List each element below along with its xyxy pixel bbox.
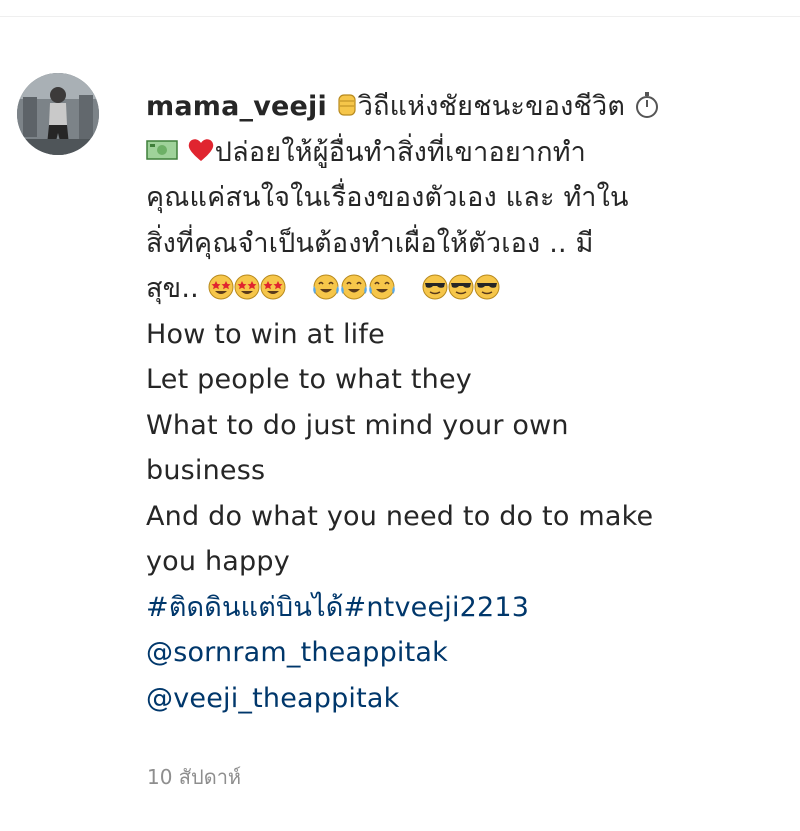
sunglasses-emoji-icon bbox=[474, 274, 500, 300]
caption-text: วิถีแห่งชัยชนะของชีวิต bbox=[357, 91, 626, 122]
crying-laughing-emoji-icon bbox=[312, 274, 340, 300]
star-struck-emoji-icon bbox=[234, 274, 260, 300]
stopwatch-icon bbox=[634, 91, 660, 119]
avatar-photo bbox=[17, 73, 99, 155]
caption-line-8: What to do just mind your own bbox=[146, 409, 569, 441]
crying-laughing-emoji-icon bbox=[340, 274, 368, 300]
mention-link[interactable]: @sornram_theappitak bbox=[146, 637, 448, 668]
post-caption: mama_veeji วิถีแห่งชัยชนะของชีวิต ปล่อยใ… bbox=[146, 84, 786, 721]
red-heart-icon bbox=[187, 137, 215, 163]
caption-line-7: Let people to what they bbox=[146, 364, 472, 395]
money-icon bbox=[146, 139, 178, 161]
avatar[interactable] bbox=[17, 73, 99, 155]
mention-line-2: @veeji_theappitak bbox=[146, 676, 786, 722]
caption-line-1: mama_veeji วิถีแห่งชัยชนะของชีวิต bbox=[146, 84, 786, 130]
post-timestamp[interactable]: 10 สัปดาห์ bbox=[147, 761, 241, 793]
raised-fist-icon bbox=[336, 92, 358, 118]
caption-line-3: คุณแค่สนใจในเรื่องของตัวเอง และ ทำใน bbox=[146, 182, 629, 213]
username-link[interactable]: mama_veeji bbox=[146, 91, 327, 122]
caption-line-4: สิ่งที่คุณจำเป็นต้องทำเผื่อให้ตัวเอง .. … bbox=[146, 227, 594, 259]
hashtag-line: #ติดดินแต่บินได้#ntveeji2213 bbox=[146, 585, 786, 631]
hashtag-link[interactable]: #ติดดินแต่บินได้#ntveeji2213 bbox=[146, 592, 529, 623]
caption-line-10: And do what you need to do to make bbox=[146, 500, 654, 532]
caption-text: ปล่อยให้ผู้อื่นทำสิ่งที่เขาอยากทำ bbox=[214, 136, 586, 168]
sunglasses-emoji-icon bbox=[422, 274, 448, 300]
caption-line-11: you happy bbox=[146, 546, 290, 577]
crying-laughing-emoji-icon bbox=[368, 274, 396, 300]
caption-line-9: business bbox=[146, 455, 266, 486]
mention-link[interactable]: @veeji_theappitak bbox=[146, 683, 400, 714]
top-divider bbox=[0, 16, 800, 17]
star-struck-emoji-icon bbox=[208, 274, 234, 300]
caption-line-5: สุข.. bbox=[146, 266, 786, 312]
caption-text: สุข.. bbox=[146, 273, 199, 304]
caption-line-6: How to win at life bbox=[146, 318, 385, 350]
mention-line-1: @sornram_theappitak bbox=[146, 630, 786, 676]
caption-line-2: ปล่อยให้ผู้อื่นทำสิ่งที่เขาอยากทำ bbox=[146, 130, 786, 176]
sunglasses-emoji-icon bbox=[448, 274, 474, 300]
star-struck-emoji-icon bbox=[260, 274, 286, 300]
